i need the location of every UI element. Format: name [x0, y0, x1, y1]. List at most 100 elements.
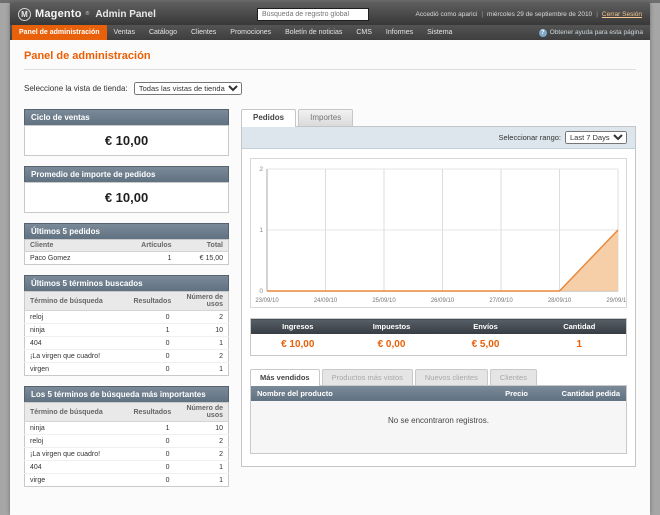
cell-items: 1 [167, 254, 172, 262]
cell-term: virge [30, 476, 46, 484]
average-orders-block: Promedio de importe de pedidos € 10,00 [24, 166, 229, 213]
cell-uses: 10 [174, 323, 229, 337]
nav-item-cms[interactable]: CMS [349, 25, 379, 40]
table-row[interactable]: Paco Gomez 1 € 15,00 [25, 252, 229, 265]
cell-uses: 2 [174, 349, 229, 363]
cell-uses: 1 [174, 460, 229, 474]
tab-productos-mas-vistos[interactable]: Productos más vistos [321, 369, 413, 385]
cell-term: ¡La virgen que cuadro! [24, 349, 129, 363]
nav-item-boletin[interactable]: Boletín de noticias [278, 25, 349, 40]
magento-logo-icon: M [18, 7, 31, 21]
lifetime-sales-value: € 10,00 [24, 125, 229, 156]
column-header: Cliente [24, 239, 135, 252]
cell-results: 0 [128, 336, 175, 350]
nav-item-dashboard[interactable]: Panel de administración [12, 25, 107, 40]
nav-item-clientes[interactable]: Clientes [184, 25, 223, 40]
orders-chart: 0 1 2 23/09/10 24/09/10 25/09/10 26/09/10 27/09… [250, 158, 627, 308]
store-switcher-label: Seleccione la vista de tienda: [24, 84, 128, 93]
table-row[interactable]: virgen 0 1 [25, 363, 229, 376]
svg-text:24/09/10: 24/09/10 [314, 298, 338, 304]
logged-in-text: Accedió como aparici [415, 10, 478, 18]
range-bar: Seleccionar rango: Last 7 Days [242, 127, 635, 149]
last-search-terms-block: Últimos 5 términos buscados Término de b… [24, 275, 229, 376]
logo-suffix: Admin Panel [95, 8, 156, 20]
diagram-tabs: Pedidos Importes [241, 109, 636, 127]
cell-results: 1 [128, 421, 175, 435]
tab-mas-vendidos[interactable]: Más vendidos [250, 369, 320, 386]
magento-logo: M Magento ® Admin Panel [18, 7, 257, 21]
grid-tabs: Más vendidos Productos más vistos Nuevos… [250, 369, 627, 386]
total-label-ingresos: Ingresos [250, 318, 345, 334]
cell-term: virgen [30, 365, 50, 373]
table-header-row: Cliente Artículos Total [24, 239, 229, 252]
store-switcher-select[interactable]: Todas las vistas de tienda [133, 82, 242, 95]
tab-clientes[interactable]: Clientes [489, 369, 537, 385]
separator: | [596, 10, 598, 18]
main-nav: Panel de administración Ventas Catálogo … [10, 25, 650, 40]
table-row[interactable]: 404 0 1 [24, 336, 229, 350]
diagram-panel: Seleccionar rango: Last 7 Days 0 1 2 23/09/… [241, 126, 636, 467]
cell-total: € 15,00 [199, 254, 223, 262]
cell-results: 0 [128, 310, 175, 324]
table-row[interactable]: ninja 1 10 [24, 323, 229, 337]
block-header-last-orders: Últimos 5 pedidos [24, 223, 229, 239]
app-header: M Magento ® Admin Panel Accedió como apa… [10, 3, 650, 25]
svg-text:28/09/10: 28/09/10 [548, 298, 572, 304]
header-date: miércoles 29 de septiembre de 2010 [487, 10, 593, 18]
total-value-envios: € 5,00 [438, 334, 533, 356]
nav-item-sistema[interactable]: Sistema [420, 25, 459, 40]
column-header: Término de búsqueda [24, 402, 129, 422]
column-header: Precio [505, 389, 528, 398]
nav-item-catalogo[interactable]: Catálogo [142, 25, 184, 40]
table-row[interactable]: reloj 0 2 [24, 434, 229, 448]
cell-term: ninja [24, 421, 129, 435]
magento-admin-window: M Magento ® Admin Panel Accedió como apa… [10, 3, 650, 515]
table-row[interactable]: reloj 0 2 [24, 310, 229, 324]
cell-customer: Paco Gomez [30, 254, 71, 262]
tab-pedidos[interactable]: Pedidos [241, 109, 297, 127]
nav-item-ventas[interactable]: Ventas [107, 25, 142, 40]
total-value-ingresos: € 10,00 [250, 334, 345, 356]
table-row[interactable]: 404 0 1 [24, 460, 229, 474]
cell-results: 0 [128, 460, 175, 474]
page-title: Panel de administración [24, 50, 151, 62]
help-label: Obtener ayuda para esta página [549, 29, 643, 36]
column-header: Número de usos [174, 402, 229, 422]
cell-uses: 1 [219, 365, 223, 373]
nav-item-promociones[interactable]: Promociones [223, 25, 278, 40]
cell-term: 404 [24, 336, 129, 350]
logout-link[interactable]: Cerrar Sesión [602, 11, 642, 18]
store-switcher: Seleccione la vista de tienda: Todas las… [24, 82, 636, 95]
table-row[interactable]: ¡La virgen que cuadro! 0 2 [24, 447, 229, 461]
range-label: Seleccionar rango: [498, 133, 561, 142]
cell-results: 0 [165, 476, 170, 484]
totals-header-row: Ingresos Impuestos Envíos Cantidad [250, 318, 627, 334]
total-value-cantidad: 1 [532, 334, 627, 356]
cell-uses: 2 [174, 447, 229, 461]
global-search-input[interactable] [256, 7, 369, 21]
bestsellers-grid: Nombre del producto Precio Cantidad pedi… [250, 385, 627, 454]
cell-uses: 1 [174, 336, 229, 350]
column-header: Cantidad pedida [561, 389, 620, 398]
svg-text:2: 2 [259, 166, 263, 173]
nav-item-informes[interactable]: Informes [379, 25, 420, 40]
table-row[interactable]: ¡La virgen que cuadro! 0 2 [24, 349, 229, 363]
cell-uses: 10 [174, 421, 229, 435]
divider [24, 69, 636, 70]
table-row[interactable]: ninja 1 10 [24, 421, 229, 435]
tab-importes[interactable]: Importes [298, 109, 354, 126]
table-row[interactable]: virge 0 1 [25, 474, 229, 487]
page-help-link[interactable]: ? Obtener ayuda para esta página [538, 25, 650, 40]
column-header: Resultados [128, 291, 175, 311]
tab-nuevos-clientes[interactable]: Nuevos clientes [414, 369, 488, 385]
svg-text:26/09/10: 26/09/10 [431, 298, 455, 304]
average-orders-value: € 10,00 [24, 182, 229, 213]
svg-text:25/09/10: 25/09/10 [372, 298, 396, 304]
range-select[interactable]: Last 7 Days [565, 131, 627, 144]
last-orders-block: Últimos 5 pedidos Cliente Artículos Tota… [24, 223, 229, 265]
column-header: Número de usos [174, 291, 229, 311]
table-header-row: Término de búsqueda Resultados Número de… [24, 291, 229, 311]
dashboard-left-column: Ciclo de ventas € 10,00 Promedio de impo… [24, 109, 229, 497]
table-header-row: Término de búsqueda Resultados Número de… [24, 402, 229, 422]
svg-text:1: 1 [259, 227, 263, 234]
